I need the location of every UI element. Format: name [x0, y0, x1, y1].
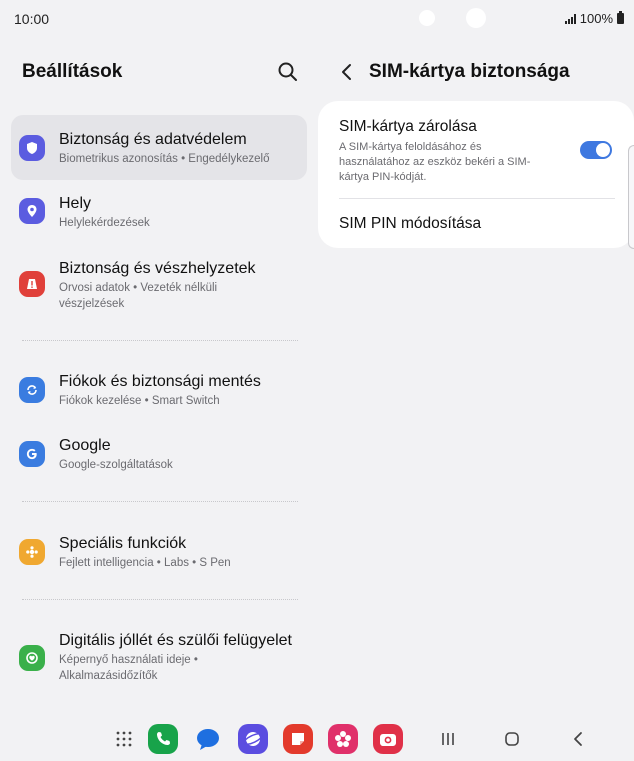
internet-icon	[243, 732, 263, 746]
status-bar: 10:00 100%	[0, 0, 634, 36]
status-indicators: 100%	[564, 11, 624, 26]
settings-item-subtitle: Fiókok kezelése • Smart Switch	[59, 395, 220, 407]
page-title: Beállítások	[22, 61, 123, 82]
phone-icon	[157, 732, 170, 745]
change-sim-pin-title: SIM PIN módosítása	[339, 215, 482, 232]
location-pin-icon	[19, 198, 45, 224]
settings-item-safety-emergency[interactable]: Biztonság és vészhelyzetek Orvosi adatok…	[11, 250, 307, 322]
back-button[interactable]	[335, 60, 359, 84]
nav-back-button[interactable]	[566, 727, 590, 751]
settings-item-subtitle: Helylekérdezések	[59, 217, 150, 229]
messages-icon	[197, 729, 219, 750]
settings-item-title: Google	[59, 437, 111, 454]
messages-app-button[interactable]	[193, 724, 223, 754]
camera-app-button[interactable]	[373, 724, 403, 754]
home-button[interactable]	[500, 727, 524, 751]
camera-cutout-icon	[466, 8, 486, 28]
emergency-icon	[19, 271, 45, 297]
settings-item-subtitle: Biometrikus azonosítás • Engedélykezelő	[59, 153, 270, 165]
settings-item-subtitle: Orvosi adatok • Vezeték nélküli vészjelz…	[59, 282, 218, 310]
settings-item-title: Fiókok és biztonsági mentés	[59, 373, 261, 390]
settings-item-subtitle: Google-szolgáltatások	[59, 459, 173, 471]
settings-item-title: Hely	[59, 195, 92, 212]
detail-title: SIM-kártya biztonsága	[369, 61, 570, 82]
camera-icon	[380, 734, 396, 746]
battery-percentage: 100%	[579, 11, 613, 26]
camera-cutout-icon	[419, 10, 435, 26]
status-time: 10:00	[14, 11, 50, 27]
settings-item-title: Digitális jóllét és szülői felügyelet	[59, 632, 292, 649]
settings-item-subtitle: Képernyő használati ideje • Alkalmazásid…	[59, 654, 198, 682]
recents-button[interactable]	[436, 727, 460, 751]
notes-app-button[interactable]	[283, 724, 313, 754]
settings-item-google[interactable]: Google Google-szolgáltatások	[11, 427, 307, 483]
sim-security-card: SIM-kártya zárolása A SIM-kártya feloldá…	[318, 101, 634, 248]
settings-item-title: Biztonság és vészhelyzetek	[59, 260, 256, 277]
home-icon	[505, 732, 519, 746]
settings-item-location[interactable]: Hely Helylekérdezések	[11, 186, 307, 242]
edge-panel-handle[interactable]	[628, 145, 634, 249]
battery-icon	[617, 11, 624, 24]
search-icon	[278, 62, 297, 81]
settings-item-security-privacy[interactable]: Biztonság és adatvédelem Biometrikus azo…	[11, 115, 307, 180]
recents-icon	[442, 733, 454, 745]
settings-item-title: Speciális funkciók	[59, 535, 187, 552]
sim-lock-row[interactable]: SIM-kártya zárolása A SIM-kártya feloldá…	[318, 101, 634, 197]
settings-item-digital-wellbeing[interactable]: Digitális jóllét és szülői felügyelet Ké…	[11, 622, 307, 694]
taskbar	[0, 718, 634, 761]
settings-item-title: Biztonság és adatvédelem	[59, 131, 247, 148]
search-button[interactable]	[276, 60, 300, 84]
settings-item-advanced-features[interactable]: Speciális funkciók Fejlett intelligencia…	[11, 525, 307, 581]
gallery-icon	[335, 731, 351, 747]
wellbeing-icon	[19, 645, 45, 671]
sync-icon	[19, 377, 45, 403]
signal-icon	[564, 13, 576, 24]
sim-lock-toggle[interactable]	[580, 141, 612, 159]
settings-item-subtitle: Fejlett intelligencia • Labs • S Pen	[59, 557, 231, 569]
sim-lock-title: SIM-kártya zárolása	[339, 118, 477, 135]
phone-app-button[interactable]	[148, 724, 178, 754]
change-sim-pin-row[interactable]: SIM PIN módosítása	[318, 199, 634, 248]
chevron-left-icon	[342, 64, 351, 80]
section-divider	[22, 599, 298, 600]
google-icon	[19, 441, 45, 467]
shield-icon	[19, 135, 45, 161]
app-drawer-icon	[116, 731, 132, 747]
section-divider	[22, 340, 298, 341]
gallery-app-button[interactable]	[328, 724, 358, 754]
notes-icon	[292, 733, 304, 745]
advanced-features-icon	[19, 539, 45, 565]
internet-app-button[interactable]	[238, 724, 268, 754]
app-drawer-button[interactable]	[109, 724, 139, 754]
settings-item-accounts-backup[interactable]: Fiókok és biztonsági mentés Fiókok kezel…	[11, 363, 307, 419]
toggle-knob	[596, 143, 610, 157]
back-icon	[574, 732, 582, 746]
sim-lock-description: A SIM-kártya feloldásához és használatáh…	[339, 141, 531, 183]
section-divider	[22, 501, 298, 502]
